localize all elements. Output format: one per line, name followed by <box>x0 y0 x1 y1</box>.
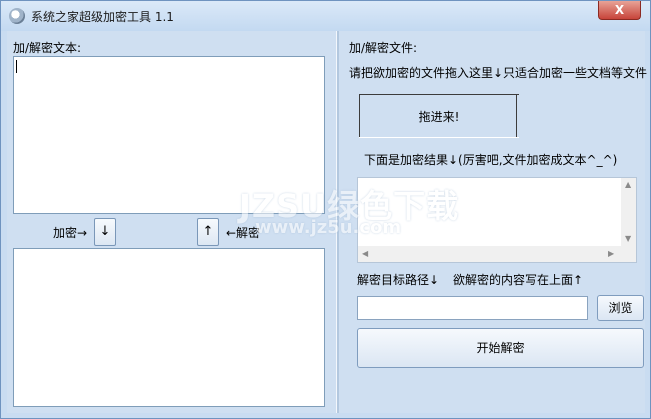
target-path-input[interactable] <box>357 296 588 320</box>
watermark-url: www.jz5u.com <box>255 217 402 238</box>
ciphertext-area[interactable] <box>13 248 325 407</box>
scroll-left-icon[interactable]: ◀ <box>362 249 368 258</box>
file-label: 加/解密文件: <box>349 41 418 55</box>
horizontal-scrollbar[interactable]: ◀ ▶ <box>358 246 636 262</box>
drop-label: 拖进来! <box>418 110 460 124</box>
text-label: 加/解密文本: <box>13 41 82 55</box>
content-hint: 欲解密的内容写在上面↑ <box>453 273 584 287</box>
app-icon <box>9 8 25 24</box>
vertical-scrollbar[interactable]: ▲ ▼ <box>621 178 636 246</box>
encrypt-label: 加密→ <box>53 226 88 240</box>
browse-button[interactable]: 浏览 <box>597 295 644 321</box>
watermark: JZSU绿色下载 www.jz5u.com <box>239 181 458 241</box>
result-label: 下面是加密结果↓(厉害吧,文件加密成文本^_^) <box>364 153 618 167</box>
scroll-down-icon[interactable]: ▼ <box>625 234 631 243</box>
scroll-up-icon[interactable]: ▲ <box>625 180 631 189</box>
close-button[interactable]: X <box>598 1 641 20</box>
scroll-right-icon[interactable]: ▶ <box>608 249 614 258</box>
title-bar[interactable]: 系统之家超级加密工具 1.1 X <box>1 1 650 31</box>
target-path-label: 解密目标路径↓ <box>357 273 440 287</box>
drag-hint: 请把欲加密的文件拖入这里↓只适合加密一些文档等文件 <box>349 66 648 80</box>
file-drop-zone[interactable]: 拖进来! <box>359 94 519 138</box>
decrypt-button[interactable]: ↑ <box>197 218 219 246</box>
start-decrypt-button[interactable]: 开始解密 <box>357 328 644 368</box>
app-window: 系统之家超级加密工具 1.1 X 加/解密文本: 加密→ ↓ ↑ ←解密 加/解… <box>0 0 651 419</box>
encrypt-button[interactable]: ↓ <box>94 218 116 246</box>
text-caret <box>16 60 17 73</box>
window-title: 系统之家超级加密工具 1.1 <box>31 10 174 24</box>
